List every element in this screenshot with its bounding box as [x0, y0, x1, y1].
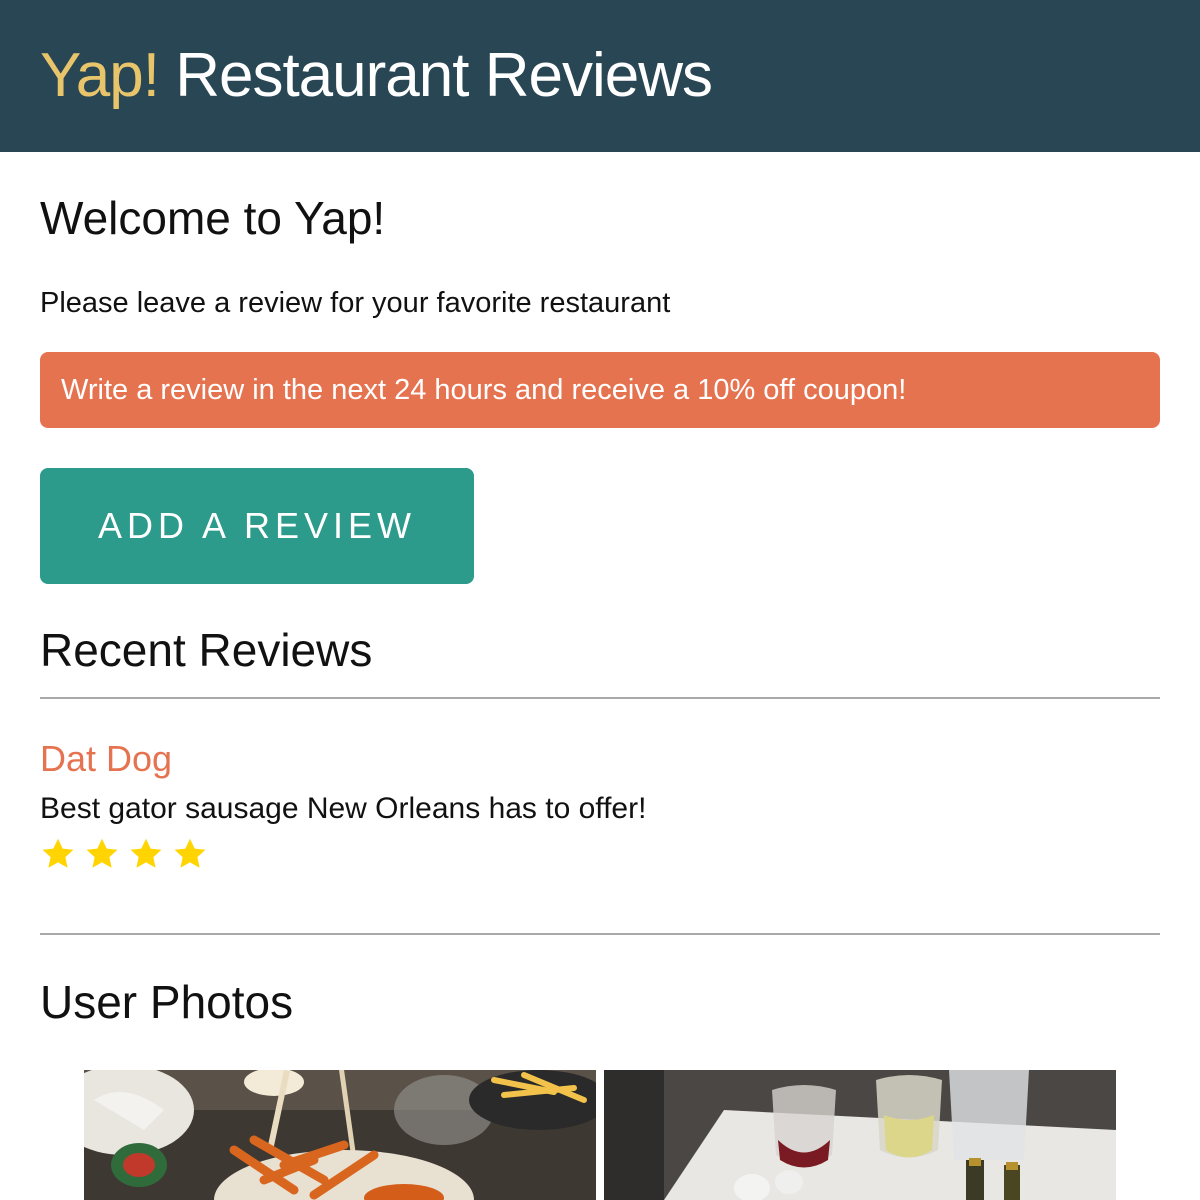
star-icon — [130, 838, 162, 868]
star-icon — [42, 838, 74, 868]
app-header: Yap! Restaurant Reviews — [0, 0, 1200, 152]
star-rating — [40, 836, 208, 876]
food-photo-fries-icon — [84, 1070, 596, 1200]
divider — [40, 933, 1160, 935]
divider — [40, 697, 1160, 699]
user-photos-heading: User Photos — [40, 976, 294, 1028]
recent-reviews-heading: Recent Reviews — [40, 624, 373, 676]
user-photo-fries[interactable] — [84, 1070, 596, 1200]
promo-banner: Write a review in the next 24 hours and … — [40, 352, 1160, 428]
star-icon — [174, 838, 206, 868]
star-icon — [86, 838, 118, 868]
review-text: Best gator sausage New Orleans has to of… — [40, 792, 647, 825]
site-title[interactable]: Yap! Restaurant Reviews — [40, 40, 713, 112]
review-restaurant-link[interactable]: Dat Dog — [40, 737, 172, 781]
brand-accent-text: Yap! — [40, 41, 160, 110]
food-photo-wine-table-icon — [604, 1070, 1116, 1200]
user-photo-wine-table[interactable] — [604, 1070, 1116, 1200]
welcome-subtitle: Please leave a review for your favorite … — [40, 287, 671, 319]
add-review-button[interactable]: ADD A REVIEW — [40, 468, 474, 584]
brand-title-text: Restaurant Reviews — [175, 41, 713, 110]
welcome-heading: Welcome to Yap! — [40, 192, 386, 244]
